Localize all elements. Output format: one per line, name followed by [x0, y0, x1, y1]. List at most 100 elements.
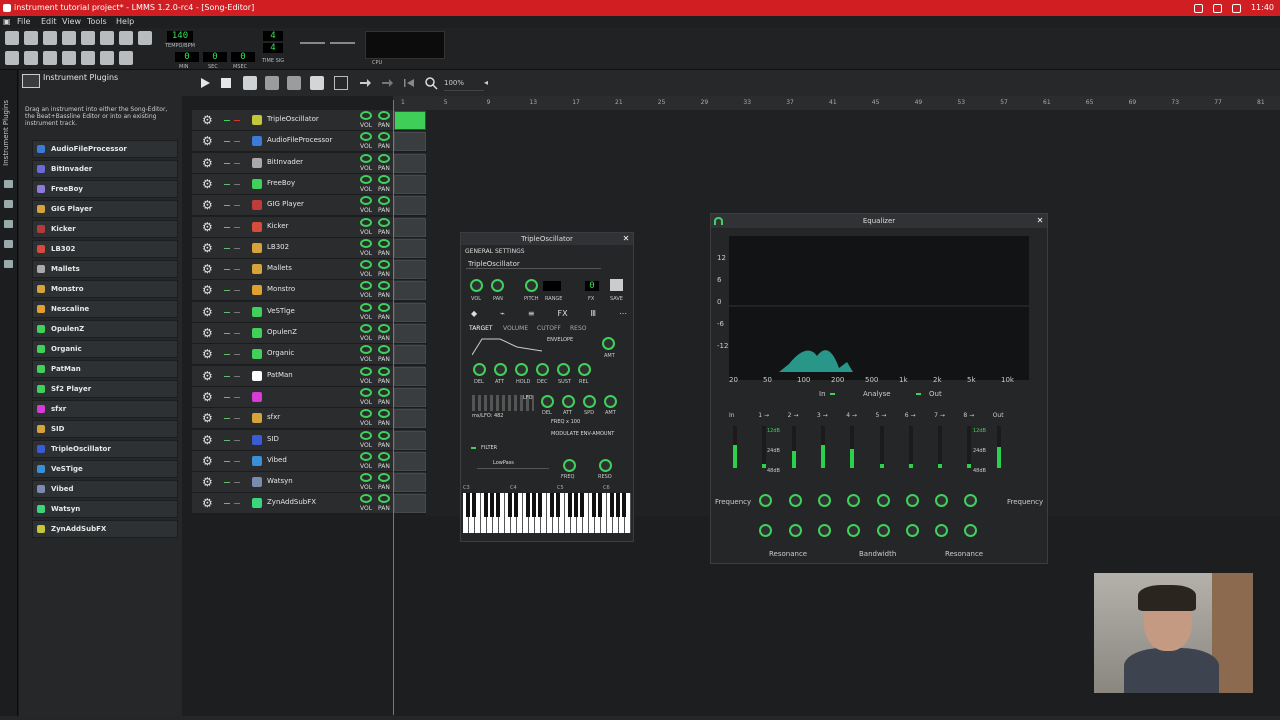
pan-knob[interactable] — [378, 260, 390, 270]
new-template-icon[interactable] — [24, 31, 38, 45]
gear-icon[interactable]: ⚙ — [202, 306, 213, 318]
mute-button[interactable] — [224, 375, 230, 377]
range-display[interactable] — [543, 281, 561, 291]
export-icon[interactable] — [100, 31, 114, 45]
add-automation-track-icon[interactable] — [287, 76, 301, 90]
eq-frequency-knob[interactable] — [964, 494, 978, 507]
plugin-item[interactable]: Sf2 Player — [32, 380, 178, 398]
timesig-denominator[interactable]: 4 — [263, 43, 283, 53]
volume-knob[interactable] — [360, 473, 372, 483]
pattern-clip[interactable] — [394, 409, 426, 429]
gear-icon[interactable]: ⚙ — [202, 284, 213, 296]
volume-knob[interactable] — [360, 260, 372, 270]
home-tab-icon[interactable] — [4, 240, 13, 248]
eq-band-meter[interactable] — [996, 426, 1001, 468]
plugin-item[interactable]: BitInvader — [32, 160, 178, 178]
lfo-knob[interactable] — [562, 395, 575, 408]
envelope-knob[interactable] — [578, 363, 591, 376]
track-name[interactable]: OpulenZ — [267, 328, 297, 336]
eq-band-meter[interactable] — [791, 426, 796, 468]
solo-button[interactable] — [234, 503, 240, 505]
volume-knob[interactable] — [360, 366, 372, 376]
envelope-graph[interactable] — [472, 337, 542, 357]
projects-tab-icon[interactable] — [4, 180, 13, 188]
pan-knob[interactable] — [378, 196, 390, 206]
mute-button[interactable] — [224, 162, 230, 164]
eq-frequency-knob[interactable] — [759, 494, 773, 507]
envelope-knob[interactable] — [473, 363, 486, 376]
menu-help[interactable]: Help — [116, 16, 134, 28]
solo-button[interactable] — [234, 439, 240, 441]
volume-knob[interactable] — [360, 132, 372, 142]
eq-resonance-knob[interactable] — [817, 524, 831, 537]
pan-knob[interactable] — [378, 238, 390, 248]
mute-button[interactable] — [224, 333, 230, 334]
pan-knob[interactable] — [378, 324, 390, 333]
mute-button[interactable] — [224, 354, 230, 356]
eq-lp-slope[interactable]: 24dB — [767, 448, 780, 454]
gear-icon[interactable]: ⚙ — [202, 391, 213, 403]
plugin-item[interactable]: SID — [32, 420, 178, 438]
gear-icon[interactable]: ⚙ — [202, 242, 213, 254]
eq-frequency-knob[interactable] — [788, 494, 802, 507]
gear-icon[interactable]: ⚙ — [202, 199, 213, 211]
pattern-clip[interactable] — [394, 387, 426, 407]
gear-icon[interactable]: ⚙ — [202, 476, 213, 488]
gear-icon[interactable]: ⚙ — [202, 157, 213, 169]
solo-button[interactable] — [234, 269, 240, 271]
track-name[interactable]: Mallets — [267, 264, 292, 272]
pattern-clip[interactable] — [394, 281, 426, 301]
solo-button[interactable] — [234, 183, 240, 185]
piano-keyboard[interactable] — [463, 493, 631, 533]
gear-icon[interactable]: ⚙ — [202, 370, 213, 382]
solo-button[interactable] — [234, 482, 240, 484]
mute-button[interactable] — [224, 247, 230, 249]
plugin-item[interactable]: TripleOscillator — [32, 440, 178, 458]
pattern-clip[interactable] — [394, 324, 426, 343]
track-name[interactable]: LB302 — [267, 243, 289, 251]
eq-band-meter[interactable] — [879, 426, 884, 468]
mute-button[interactable] — [224, 311, 230, 313]
pan-knob[interactable] — [378, 473, 390, 483]
volume-knob[interactable] — [360, 196, 372, 206]
tab-cutoff[interactable]: CUTOFF — [537, 325, 561, 332]
pattern-clip[interactable] — [394, 345, 426, 365]
freq-multiplier[interactable]: FREQ x 100 — [551, 419, 580, 425]
eq-resonance-knob[interactable] — [905, 524, 919, 537]
eq-hp-slope[interactable]: 12dB — [973, 428, 986, 434]
solo-button[interactable] — [234, 162, 240, 164]
solo-button[interactable] — [234, 418, 240, 420]
edit-mode-icon[interactable] — [334, 76, 348, 90]
menu-tools[interactable]: Tools — [87, 16, 107, 28]
pan-knob[interactable] — [378, 451, 390, 461]
filter-reso-knob[interactable] — [599, 459, 612, 472]
track-name[interactable]: BitInvader — [267, 158, 303, 166]
auto-scroll-icon[interactable] — [358, 76, 372, 90]
volume-knob[interactable] — [360, 387, 372, 397]
mute-button[interactable] — [224, 205, 230, 207]
volume-knob[interactable] — [360, 174, 372, 184]
open-project-icon[interactable] — [43, 31, 57, 45]
gear-icon[interactable]: ⚙ — [202, 412, 213, 424]
plugin-item[interactable]: PatMan — [32, 360, 178, 378]
plugin-item[interactable]: Organic — [32, 340, 178, 358]
mute-button[interactable] — [224, 503, 230, 505]
eq-resonance-knob[interactable] — [935, 524, 949, 537]
volume-knob[interactable] — [360, 153, 372, 163]
plugin-item[interactable]: GIG Player — [32, 200, 178, 218]
tab-target[interactable]: TARGET — [469, 325, 493, 332]
analyse-in-led[interactable] — [830, 393, 835, 395]
menu-edit[interactable]: Edit — [41, 16, 57, 28]
eq-resonance-knob[interactable] — [759, 524, 773, 537]
track-name[interactable]: Organic — [267, 349, 294, 357]
pan-knob[interactable] — [378, 174, 390, 184]
pattern-clip[interactable] — [394, 196, 426, 216]
gear-icon[interactable]: ⚙ — [202, 263, 213, 275]
volume-knob[interactable] — [360, 302, 372, 312]
track-name[interactable]: TripleOscillator — [267, 115, 319, 123]
mute-button[interactable] — [224, 418, 230, 420]
mute-button[interactable] — [224, 226, 230, 228]
eq-frequency-knob[interactable] — [876, 494, 890, 507]
plugin-item[interactable]: FreeBoy — [32, 180, 178, 198]
pattern-clip[interactable] — [394, 153, 426, 173]
